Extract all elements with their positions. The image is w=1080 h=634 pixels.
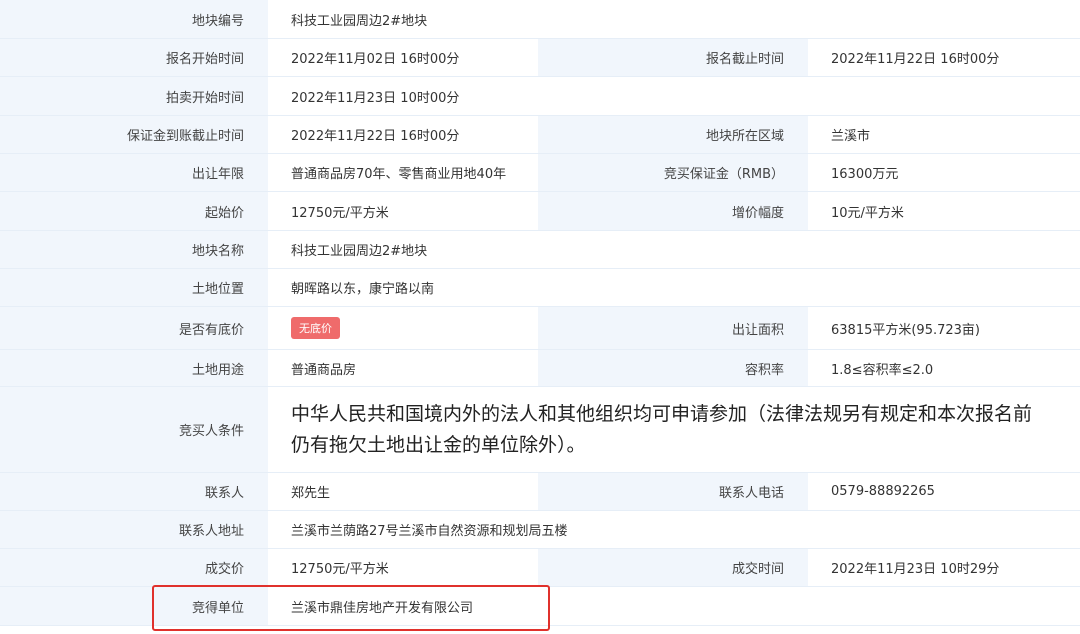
field-label: 成交价 (0, 549, 268, 586)
field-label: 土地用途 (0, 350, 268, 386)
field-label: 报名开始时间 (0, 39, 268, 76)
bidder-conditions-value: 中华人民共和国境内外的法人和其他组织均可申请参加（法律法规另有规定和本次报名前仍… (268, 387, 1080, 472)
land-location-value: 朝晖路以东，康宁路以南 (268, 269, 1080, 306)
no-reserve-price-badge: 无底价 (291, 317, 340, 339)
field-label: 土地位置 (0, 269, 268, 306)
field-label: 是否有底价 (0, 307, 268, 349)
table-row: 成交价 12750元/平方米 成交时间 2022年11月23日 10时29分 (0, 549, 1080, 587)
contact-person-value: 郑先生 (268, 473, 538, 510)
field-label: 联系人 (0, 473, 268, 510)
field-label: 竞买人条件 (0, 387, 268, 472)
field-label: 拍卖开始时间 (0, 77, 268, 115)
field-label: 联系人地址 (0, 511, 268, 548)
field-label: 出让面积 (538, 307, 808, 349)
table-row: 竞买人条件 中华人民共和国境内外的法人和其他组织均可申请参加（法律法规另有规定和… (0, 387, 1080, 473)
table-row: 报名开始时间 2022年11月02日 16时00分 报名截止时间 2022年11… (0, 39, 1080, 77)
table-row: 地块名称 科技工业园周边2#地块 (0, 231, 1080, 269)
field-label: 起始价 (0, 192, 268, 230)
field-label: 地块名称 (0, 231, 268, 268)
table-row: 地块编号 科技工业园周边2#地块 (0, 0, 1080, 39)
field-label: 保证金到账截止时间 (0, 116, 268, 153)
plot-ratio-value: 1.8≤容积率≤2.0 (808, 350, 1080, 386)
price-increment-value: 10元/平方米 (808, 192, 1080, 230)
bid-deposit-value: 16300万元 (808, 154, 1080, 191)
parcel-name-value: 科技工业园周边2#地块 (268, 231, 1080, 268)
reserve-price-cell: 无底价 (268, 307, 538, 349)
region-value: 兰溪市 (808, 116, 1080, 153)
deal-price-value: 12750元/平方米 (268, 549, 538, 586)
table-row: 联系人 郑先生 联系人电话 0579-88892265 (0, 473, 1080, 511)
parcel-number-value: 科技工业园周边2#地块 (268, 0, 1080, 38)
deal-time-value: 2022年11月23日 10时29分 (808, 549, 1080, 586)
registration-start-value: 2022年11月02日 16时00分 (268, 39, 538, 76)
registration-end-value: 2022年11月22日 16时00分 (808, 39, 1080, 76)
field-label: 地块所在区域 (538, 116, 808, 153)
field-label: 容积率 (538, 350, 808, 386)
table-row: 竞得单位 兰溪市鼎佳房地产开发有限公司 (0, 587, 1080, 626)
field-label: 联系人电话 (538, 473, 808, 510)
field-label: 成交时间 (538, 549, 808, 586)
deposit-deadline-value: 2022年11月22日 16时00分 (268, 116, 538, 153)
land-auction-info-table: 地块编号 科技工业园周边2#地块 报名开始时间 2022年11月02日 16时0… (0, 0, 1080, 626)
table-row: 土地位置 朝晖路以东，康宁路以南 (0, 269, 1080, 307)
table-row: 拍卖开始时间 2022年11月23日 10时00分 (0, 77, 1080, 116)
transfer-area-value: 63815平方米(95.723亩) (808, 307, 1080, 349)
table-row: 保证金到账截止时间 2022年11月22日 16时00分 地块所在区域 兰溪市 (0, 116, 1080, 154)
table-row: 联系人地址 兰溪市兰荫路27号兰溪市自然资源和规划局五楼 (0, 511, 1080, 549)
starting-price-value: 12750元/平方米 (268, 192, 538, 230)
lease-term-value: 普通商品房70年、零售商业用地40年 (268, 154, 538, 191)
table-row: 出让年限 普通商品房70年、零售商业用地40年 竞买保证金（RMB） 16300… (0, 154, 1080, 192)
field-label: 出让年限 (0, 154, 268, 191)
table-row: 是否有底价 无底价 出让面积 63815平方米(95.723亩) (0, 307, 1080, 350)
winning-bidder-value: 兰溪市鼎佳房地产开发有限公司 (268, 587, 1080, 625)
field-label: 报名截止时间 (538, 39, 808, 76)
table-row: 起始价 12750元/平方米 增价幅度 10元/平方米 (0, 192, 1080, 231)
auction-start-value: 2022年11月23日 10时00分 (268, 77, 1080, 115)
field-label: 竞得单位 (0, 587, 268, 625)
table-row: 土地用途 普通商品房 容积率 1.8≤容积率≤2.0 (0, 350, 1080, 387)
land-use-value: 普通商品房 (268, 350, 538, 386)
contact-phone-value: 0579-88892265 (808, 473, 1080, 510)
field-label: 增价幅度 (538, 192, 808, 230)
field-label: 竞买保证金（RMB） (538, 154, 808, 191)
field-label: 地块编号 (0, 0, 268, 38)
contact-address-value: 兰溪市兰荫路27号兰溪市自然资源和规划局五楼 (268, 511, 1080, 548)
